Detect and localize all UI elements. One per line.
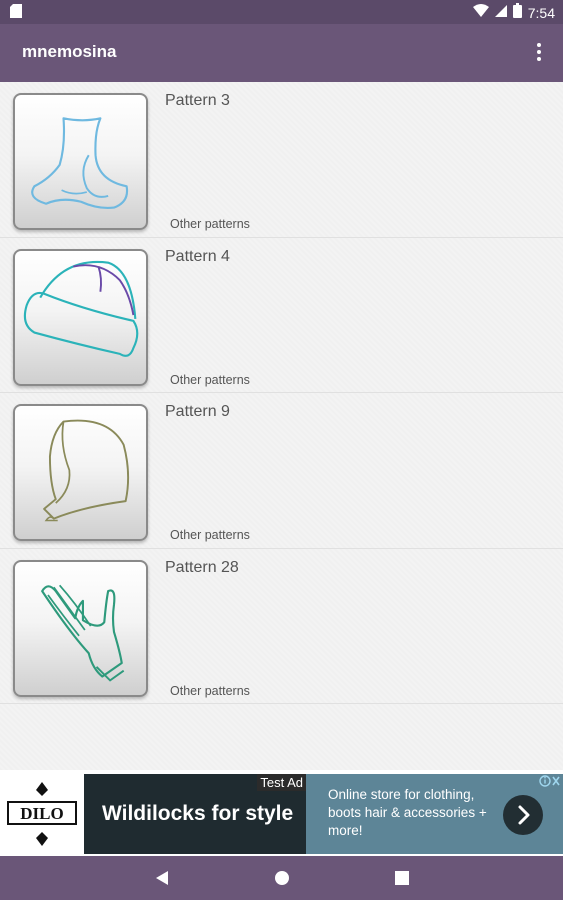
beanie-hat-icon bbox=[23, 260, 139, 357]
pattern-list: Pattern 3 Other patterns Pattern 4 Other… bbox=[0, 82, 563, 770]
ad-banner[interactable]: DILO Test Ad Wildilocks for style Online… bbox=[0, 770, 563, 856]
ad-headline-panel[interactable]: Test Ad Wildilocks for style bbox=[84, 774, 306, 854]
pattern-list-item[interactable]: Pattern 28 Other patterns bbox=[0, 549, 563, 704]
pattern-list-item[interactable]: Pattern 9 Other patterns bbox=[0, 393, 563, 549]
pattern-thumbnail[interactable] bbox=[13, 248, 148, 386]
status-time: 7:54 bbox=[527, 5, 555, 21]
pattern-list-item[interactable]: Pattern 3 Other patterns bbox=[0, 82, 563, 238]
pattern-thumbnail[interactable] bbox=[13, 559, 148, 697]
hood-icon bbox=[43, 419, 130, 522]
pattern-title: Pattern 3 bbox=[165, 92, 230, 109]
wifi-icon bbox=[472, 3, 489, 23]
ad-brand-text: DILO bbox=[20, 804, 63, 823]
pattern-thumbnail[interactable] bbox=[13, 93, 148, 230]
chevron-right-icon bbox=[518, 805, 530, 825]
back-icon[interactable] bbox=[152, 868, 172, 888]
pattern-category: Other patterns bbox=[170, 683, 250, 698]
ad-cta-button[interactable] bbox=[503, 795, 543, 835]
cell-signal-icon bbox=[494, 4, 507, 22]
app-title: mnemosina bbox=[22, 42, 117, 61]
ad-test-label: Test Ad bbox=[257, 774, 306, 791]
ad-description-panel[interactable]: Online store for clothing, boots hair & … bbox=[306, 774, 563, 854]
pattern-list-item[interactable]: Pattern 4 Other patterns bbox=[0, 238, 563, 393]
pattern-category: Other patterns bbox=[170, 217, 250, 231]
ad-choices-icon[interactable] bbox=[539, 774, 561, 788]
ad-description: Online store for clothing, boots hair & … bbox=[328, 787, 487, 838]
status-bar: 7:54 bbox=[0, 0, 563, 24]
sock-icon bbox=[31, 117, 129, 210]
pattern-category: Other patterns bbox=[170, 372, 250, 387]
pattern-title: Pattern 28 bbox=[165, 558, 239, 576]
pattern-thumbnail[interactable] bbox=[13, 404, 148, 541]
glove-icon bbox=[41, 584, 125, 682]
ad-headline: Wildilocks for style bbox=[102, 802, 294, 825]
pattern-title: Pattern 9 bbox=[165, 403, 230, 420]
sd-card-icon bbox=[10, 4, 22, 23]
overflow-menu-icon[interactable] bbox=[533, 43, 545, 63]
app-bar: mnemosina bbox=[0, 24, 563, 82]
pattern-title: Pattern 4 bbox=[165, 247, 230, 265]
ad-brand-logo[interactable]: DILO bbox=[0, 774, 84, 854]
home-icon[interactable] bbox=[272, 868, 292, 888]
system-nav-bar bbox=[0, 856, 563, 900]
pattern-category: Other patterns bbox=[170, 528, 250, 542]
battery-icon bbox=[512, 3, 522, 23]
recents-icon[interactable] bbox=[392, 868, 412, 888]
